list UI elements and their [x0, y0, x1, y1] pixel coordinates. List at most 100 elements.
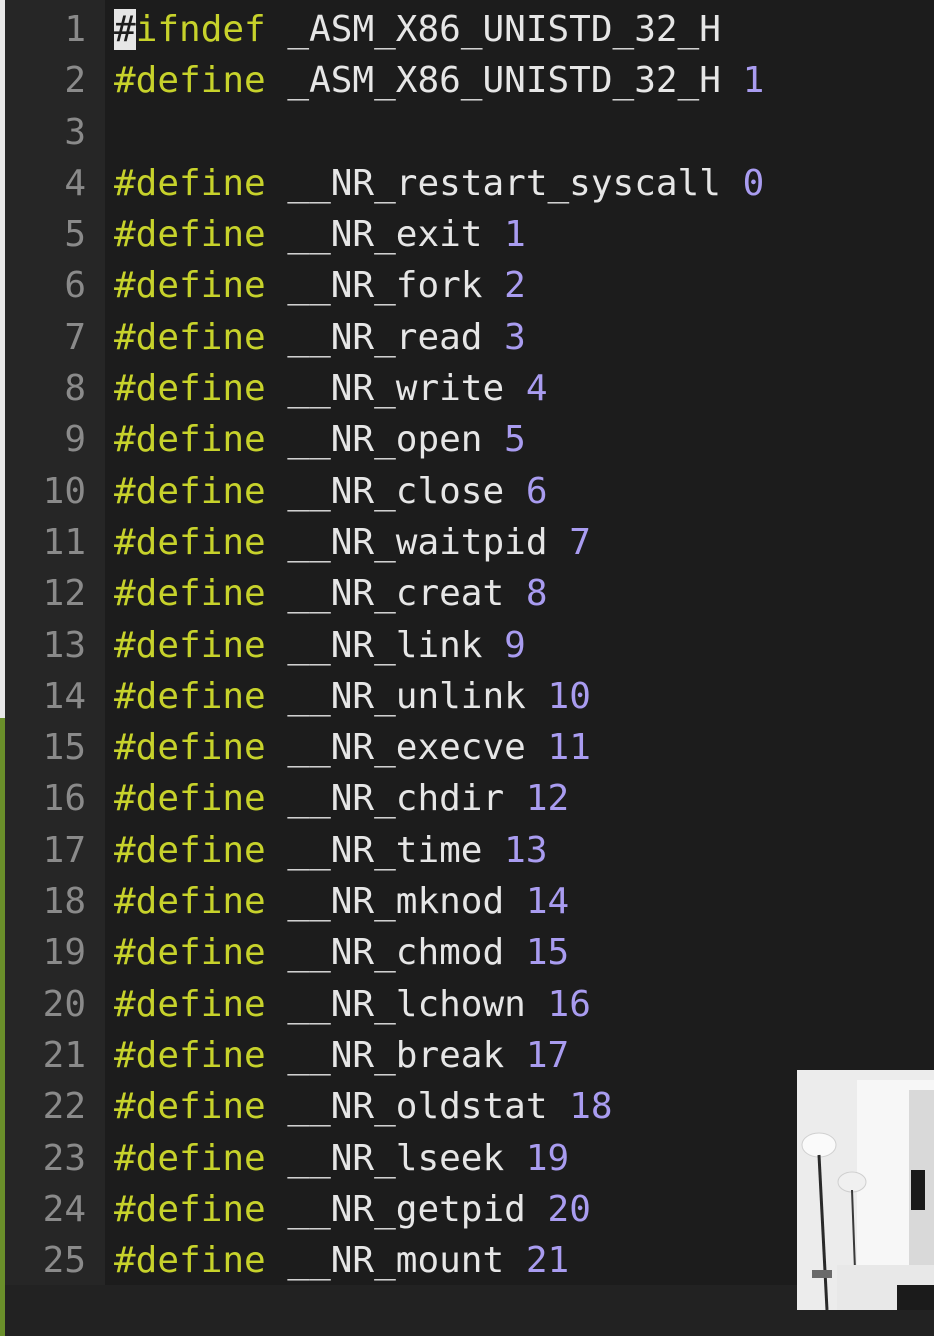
code-line[interactable]: 18 #define __NR_mknod 14	[0, 876, 934, 927]
preprocessor-directive: #define	[114, 419, 266, 461]
line-number: 10	[42, 470, 86, 512]
code-text: #define __NR_exit 1	[114, 209, 526, 260]
code-text: #define __NR_time 13	[114, 825, 548, 876]
code-text: #define __NR_restart_syscall 0	[114, 158, 764, 209]
code-line[interactable]: 5 #define __NR_exit 1	[0, 209, 934, 260]
code-line[interactable]: 14 #define __NR_unlink 10	[0, 671, 934, 722]
macro-name: __NR_fork	[287, 265, 483, 307]
macro-name: __NR_read	[287, 316, 483, 358]
code-text: #define __NR_execve 11	[114, 722, 591, 773]
code-line[interactable]: 1 #ifndef _ASM_X86_UNISTD_32_H	[0, 4, 934, 55]
macro-value: 0	[742, 162, 765, 204]
preprocessor-directive: #define	[114, 214, 266, 256]
line-number: 2	[64, 60, 86, 102]
macro-value: 2	[504, 265, 526, 307]
macro-value: 13	[504, 829, 548, 871]
code-text: #define __NR_lchown 16	[114, 979, 591, 1030]
preprocessor-directive: #define	[114, 624, 266, 666]
macro-name: __NR_chmod	[287, 932, 505, 974]
line-number: 23	[42, 1137, 86, 1179]
macro-name: __NR_unlink	[287, 675, 526, 717]
code-text: #define __NR_waitpid 7	[114, 517, 591, 568]
macro-value: 12	[525, 778, 570, 820]
code-line[interactable]: 25 #define __NR_mount 21	[0, 1235, 934, 1286]
preprocessor-directive: #define	[114, 162, 266, 204]
code-line[interactable]: 7 #define __NR_read 3	[0, 312, 934, 363]
macro-value: 5	[504, 419, 526, 461]
preprocessor-directive: #define	[114, 932, 266, 974]
code-line[interactable]: 16 #define __NR_chdir 12	[0, 773, 934, 824]
code-line[interactable]: 17 #define __NR_time 13	[0, 825, 934, 876]
code-text: #define __NR_close 6	[114, 466, 548, 517]
macro-name: __NR_lchown	[287, 983, 526, 1025]
macro-name: __NR_link	[287, 624, 483, 666]
code-text: #define __NR_fork 2	[114, 260, 526, 311]
code-text: #define __NR_open 5	[114, 414, 526, 465]
macro-name: _ASM_X86_UNISTD_32_H	[287, 9, 721, 50]
line-number: 15	[42, 727, 86, 769]
macro-name: __NR_close	[287, 470, 505, 512]
macro-value: 20	[547, 1188, 591, 1230]
macro-name: __NR_time	[287, 829, 483, 871]
code-line[interactable]: 13 #define __NR_link 9	[0, 620, 934, 671]
code-text: #define __NR_chdir 12	[114, 773, 569, 824]
code-lines: 1 #ifndef _ASM_X86_UNISTD_32_H 2 #define _A…	[0, 4, 934, 1286]
macro-name: __NR_mknod	[287, 881, 505, 923]
macro-name: __NR_lseek	[287, 1137, 505, 1179]
macro-value: 3	[504, 316, 526, 358]
preprocessor-directive: #define	[114, 881, 266, 923]
code-text: #define __NR_chmod 15	[114, 927, 569, 978]
code-line[interactable]: 20 #define __NR_lchown 16	[0, 979, 934, 1030]
code-line[interactable]: 15 #define __NR_execve 11	[0, 722, 934, 773]
macro-name: __NR_write	[287, 368, 505, 410]
preprocessor-directive: #define	[114, 60, 266, 102]
code-line[interactable]: 6 #define __NR_fork 2	[0, 260, 934, 311]
macro-value: 15	[525, 932, 570, 974]
preprocessor-directive: #define	[114, 368, 266, 410]
macro-name: __NR_restart_syscall	[287, 162, 721, 204]
preprocessor-directive: #define	[114, 778, 266, 820]
code-editor[interactable]: 1 #ifndef _ASM_X86_UNISTD_32_H 2 #define _A…	[0, 0, 934, 1336]
macro-name: __NR_open	[287, 419, 483, 461]
line-number: 25	[42, 1240, 86, 1282]
macro-name: _ASM_X86_UNISTD_32_H	[287, 60, 721, 102]
line-number: 24	[42, 1188, 86, 1230]
line-number: 13	[42, 624, 86, 666]
code-line[interactable]: 2 #define _ASM_X86_UNISTD_32_H 1	[0, 55, 934, 106]
code-text: #define __NR_mknod 14	[114, 876, 569, 927]
code-text: #define __NR_write 4	[114, 363, 548, 414]
line-number: 12	[42, 573, 86, 615]
preprocessor-directive: #define	[114, 1137, 266, 1179]
code-line[interactable]: 22 #define __NR_oldstat 18	[0, 1081, 934, 1132]
code-text: #define __NR_creat 8	[114, 568, 548, 619]
code-line[interactable]: 24 #define __NR_getpid 20	[0, 1184, 934, 1235]
code-line[interactable]: 11 #define __NR_waitpid 7	[0, 517, 934, 568]
macro-value: 7	[569, 521, 591, 563]
code-line[interactable]: 9 #define __NR_open 5	[0, 414, 934, 465]
macro-name: __NR_mount	[287, 1240, 505, 1282]
line-number: 16	[42, 778, 86, 820]
macro-value: 19	[525, 1137, 570, 1179]
preprocessor-directive: #define	[114, 1086, 266, 1128]
line-number: 19	[42, 932, 86, 974]
macro-name: __NR_exit	[287, 214, 483, 256]
code-line[interactable]: 21 #define __NR_break 17	[0, 1030, 934, 1081]
macro-name: __NR_getpid	[287, 1188, 526, 1230]
code-text: #define __NR_unlink 10	[114, 671, 591, 722]
code-line[interactable]: 23 #define __NR_lseek 19	[0, 1133, 934, 1184]
code-line[interactable]: 4 #define __NR_restart_syscall 0	[0, 158, 934, 209]
code-line[interactable]: 10 #define __NR_close 6	[0, 466, 934, 517]
code-line[interactable]: 8 #define __NR_write 4	[0, 363, 934, 414]
code-line[interactable]: 3	[0, 107, 934, 158]
line-number: 17	[42, 829, 86, 871]
code-line[interactable]: 19 #define __NR_chmod 15	[0, 927, 934, 978]
code-text: #define __NR_lseek 19	[114, 1133, 569, 1184]
code-line[interactable]: 12 #define __NR_creat 8	[0, 568, 934, 619]
code-text: #define __NR_oldstat 18	[114, 1081, 613, 1132]
preprocessor-directive: #define	[114, 1240, 266, 1282]
macro-value: 17	[525, 1034, 570, 1076]
preprocessor-directive: #define	[114, 1188, 266, 1230]
code-text: #define __NR_break 17	[114, 1030, 569, 1081]
macro-name: __NR_creat	[287, 573, 505, 615]
macro-name: __NR_break	[287, 1034, 505, 1076]
